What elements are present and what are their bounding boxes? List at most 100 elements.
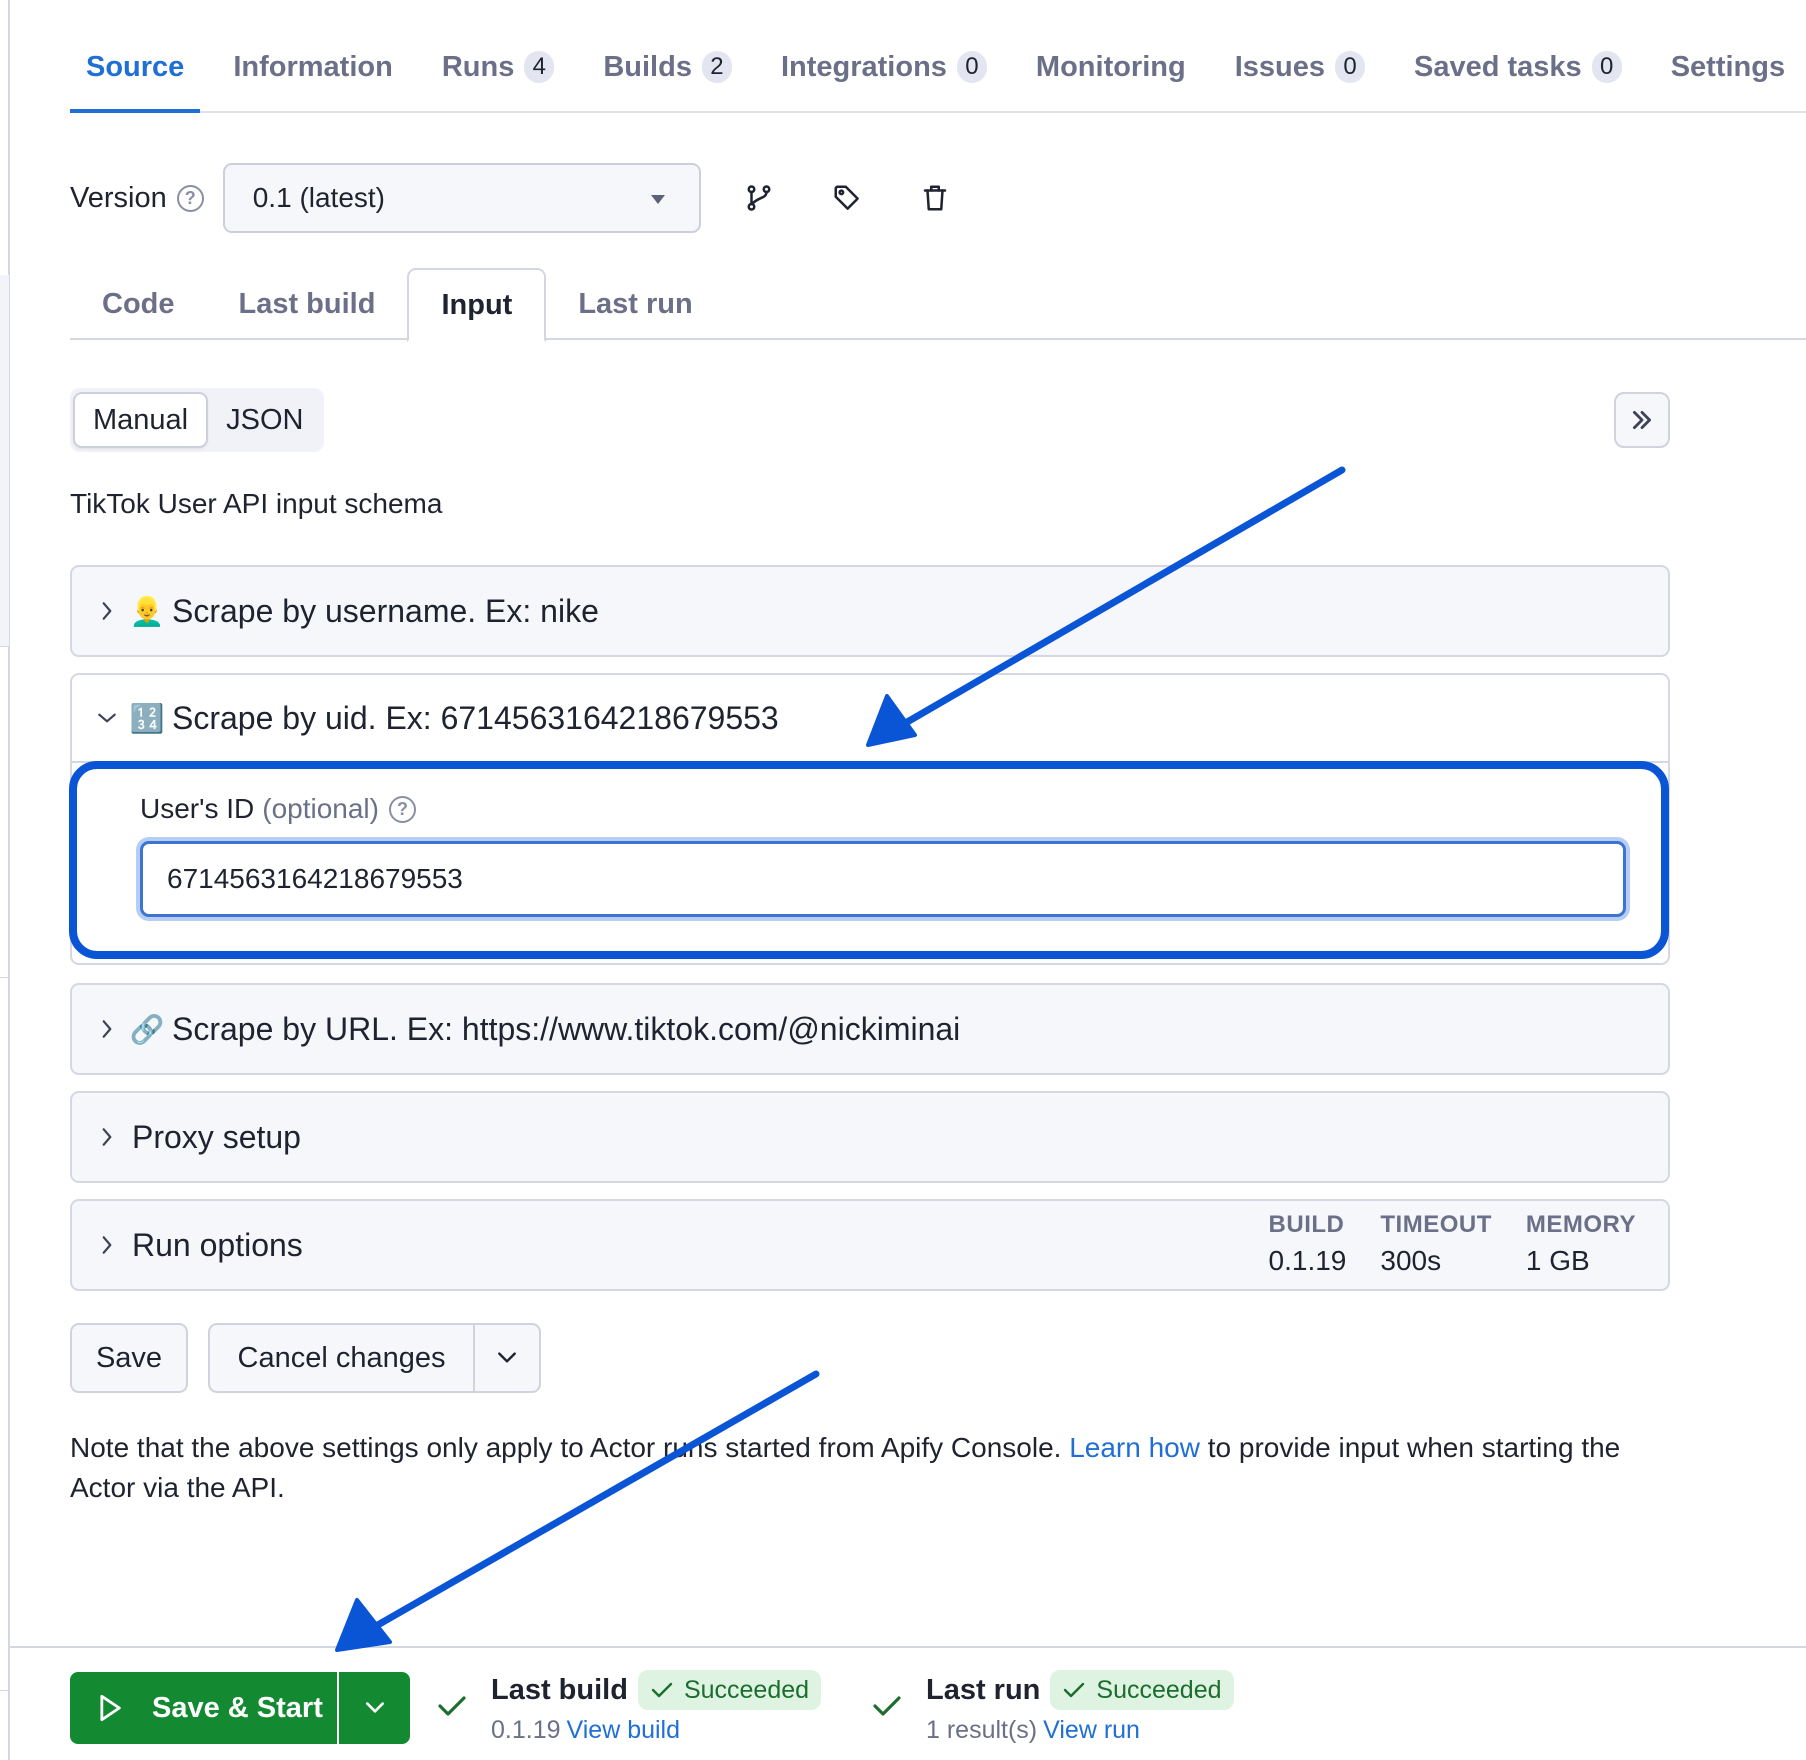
status-text: Succeeded [683,1675,810,1704]
input-mode-toggle: Manual JSON [70,388,325,452]
tab-label: Runs [441,50,515,83]
help-icon[interactable]: ? [176,184,204,212]
tab-label: Integrations [780,50,947,83]
section-title: Proxy setup [132,1118,301,1155]
view-run-link[interactable]: View run [1043,1716,1140,1744]
tab-label: Settings [1670,50,1786,83]
tab-label: Information [233,50,393,83]
input-note: Note that the above settings only apply … [70,1428,1690,1508]
mode-json[interactable]: JSON [208,392,321,448]
tab-label: Builds [603,50,692,83]
chevron-down-icon [365,1702,384,1713]
sidebar-divider [0,1690,9,1691]
caret-down-icon [650,195,665,204]
memory-label: MEMORY [1525,1211,1636,1238]
double-chevron-right-icon [1633,411,1651,429]
check-icon [651,1682,673,1698]
memory-meta: MEMORY 1 GB [1526,1211,1636,1277]
last-build-status: Last build Succeeded 0.1.19 View build [435,1670,822,1745]
section-title: Scrape by uid. Ex: 6714563164218679553 [172,699,779,736]
actor-nav-tabs: Source Information Runs 4 Builds 2 Integra… [70,40,1806,113]
sidebar-divider [0,977,9,978]
section-title: Scrape by URL. Ex: https://www.tiktok.co… [172,1010,961,1047]
section-proxy-header[interactable]: Proxy setup [72,1093,1668,1181]
count-badge: 4 [524,51,555,83]
section-username: 👱‍♂️ Scrape by username. Ex: nike [70,565,1670,657]
annotation-arrowhead-bottom [335,1598,392,1652]
tab-settings[interactable]: Settings [1655,40,1801,94]
trash-icon [923,185,946,211]
check-icon [873,1696,901,1716]
source-subtabs: Code Last build Input Last run [70,268,1806,342]
last-run-title-row: Last run Succeeded [926,1670,1234,1710]
last-run-sub: 1 result(s) View run [926,1716,1234,1745]
delete-version-button[interactable] [905,168,965,228]
tag-version-button[interactable] [817,168,877,228]
count-badge: 0 [1591,51,1622,83]
user-id-input[interactable] [140,841,1626,917]
note-text: Note that the above settings only apply … [70,1432,1070,1463]
build-value: 0.1.19 [1268,1245,1347,1276]
git-branch-icon [747,185,771,211]
last-build-sub: 0.1.19 View build [491,1716,821,1745]
subtab-last-run[interactable]: Last run [546,268,724,340]
sidebar-edge [0,0,10,1760]
tab-runs[interactable]: Runs 4 [426,40,571,94]
help-icon[interactable]: ? [388,795,416,823]
tab-builds[interactable]: Builds 2 [587,40,748,94]
count-badge: 0 [1335,51,1366,83]
chevron-right-icon [96,1126,118,1148]
tab-label: Saved tasks [1414,50,1582,83]
last-build-title-row: Last build Succeeded [491,1670,822,1710]
cancel-options-dropdown[interactable] [475,1325,539,1391]
play-icon [100,1694,121,1722]
save-and-start-button[interactable]: Save & Start [70,1672,339,1744]
save-button[interactable]: Save [70,1323,188,1393]
cancel-changes-button[interactable]: Cancel changes [210,1325,475,1391]
check-icon [438,1696,466,1716]
tab-label: Source [86,50,185,83]
section-title: Run options [132,1226,303,1263]
optional-hint: (optional) [262,793,379,824]
tab-information[interactable]: Information [217,40,409,94]
expand-panel-button[interactable] [1614,392,1670,448]
tag-icon [834,185,859,210]
footer-bar: Save & Start Last build Succeeded 0.1.19… [10,1646,1806,1760]
tab-source[interactable]: Source [70,40,201,113]
tab-issues[interactable]: Issues 0 [1219,40,1381,94]
cancel-changes-group: Cancel changes [208,1323,541,1393]
start-options-dropdown[interactable] [339,1672,410,1744]
last-build-info: Last build Succeeded 0.1.19 View build [491,1670,822,1745]
create-version-button[interactable] [729,168,789,228]
user-id-label: User's ID (optional) ? [140,793,1668,825]
numbers-emoji-icon: 🔢 [129,702,165,734]
version-select[interactable]: 0.1 (latest) [222,163,701,233]
section-url: 🔗 Scrape by URL. Ex: https://www.tiktok.… [70,983,1670,1075]
status-badge: Succeeded [1050,1670,1234,1710]
section-proxy: Proxy setup [70,1091,1670,1183]
learn-how-link[interactable]: Learn how [1069,1432,1200,1463]
person-emoji-icon: 👱‍♂️ [129,595,165,627]
tab-saved-tasks[interactable]: Saved tasks 0 [1398,40,1638,94]
view-build-link[interactable]: View build [567,1716,681,1744]
check-icon [1064,1682,1085,1698]
tab-monitoring[interactable]: Monitoring [1020,40,1202,94]
tab-label: Issues [1234,50,1326,83]
subtab-input[interactable]: Input [407,268,547,342]
section-uid-header[interactable]: 🔢 Scrape by uid. Ex: 6714563164218679553 [72,675,1668,763]
mode-manual[interactable]: Manual [73,392,209,448]
count-badge: 0 [956,51,987,83]
count-badge: 2 [701,51,732,83]
save-and-start-label: Save & Start [152,1691,323,1724]
subtab-code[interactable]: Code [70,268,207,340]
last-build-title: Last build [491,1673,628,1706]
memory-value: 1 GB [1525,1245,1590,1276]
run-results: 1 result(s) [926,1716,1038,1744]
section-uid: 🔢 Scrape by uid. Ex: 6714563164218679553… [70,673,1670,965]
chevron-right-icon [96,600,118,622]
section-url-header[interactable]: 🔗 Scrape by URL. Ex: https://www.tiktok.… [72,985,1668,1073]
section-username-header[interactable]: 👱‍♂️ Scrape by username. Ex: nike [72,567,1668,655]
subtab-last-build[interactable]: Last build [207,268,408,340]
version-label: Version [70,181,167,214]
tab-integrations[interactable]: Integrations 0 [765,40,1003,94]
